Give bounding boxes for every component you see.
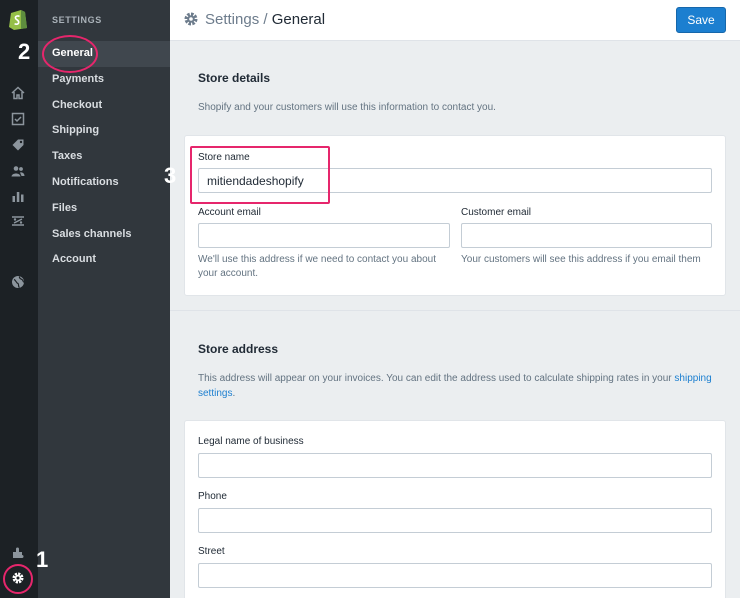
customer-email-label: Customer email: [461, 207, 532, 218]
discounts-icon[interactable]: [11, 214, 25, 228]
section-divider: [170, 310, 740, 311]
breadcrumb-separator: /: [259, 11, 272, 28]
description-period: .: [232, 388, 236, 399]
customer-email-input[interactable]: [461, 223, 712, 248]
app-icon-rail: [0, 0, 38, 598]
breadcrumb-settings[interactable]: Settings: [205, 11, 259, 28]
nav-item-checkout[interactable]: Checkout: [38, 93, 170, 119]
settings-nav-heading: SETTINGS: [52, 15, 102, 25]
account-email-label: Account email: [198, 207, 261, 218]
reports-icon[interactable]: [11, 189, 25, 203]
products-icon[interactable]: [11, 138, 25, 152]
account-email-input[interactable]: [198, 223, 450, 248]
annotation-ring-settings: [3, 564, 33, 594]
settings-nav: SETTINGS General Payments Checkout Shipp…: [38, 0, 170, 598]
nav-item-sales-channels[interactable]: Sales channels: [38, 222, 170, 248]
annotation-number-1: 1: [36, 547, 49, 572]
settings-gear-icon: [184, 12, 198, 26]
nav-item-taxes[interactable]: Taxes: [38, 144, 170, 170]
street-input[interactable]: [198, 563, 712, 588]
breadcrumb-current: General: [271, 11, 326, 28]
account-email-help: We'll use this address if we need to con…: [198, 254, 436, 279]
annotation-number-3: 3: [164, 163, 177, 188]
orders-icon[interactable]: [11, 112, 25, 126]
customers-icon[interactable]: [11, 164, 25, 178]
street-label: Street: [198, 546, 225, 557]
legal-name-input[interactable]: [198, 453, 712, 478]
store-address-description-text: This address will appear on your invoice…: [198, 373, 672, 384]
customer-email-help: Your customers will see this address if …: [461, 254, 701, 265]
phone-input[interactable]: [198, 508, 712, 533]
store-address-description: This address will appear on your invoice…: [198, 371, 718, 401]
store-address-title: Store address: [198, 342, 279, 356]
nav-item-account[interactable]: Account: [38, 247, 170, 273]
nav-item-files[interactable]: Files: [38, 196, 170, 222]
page-title: Settings / General: [205, 11, 325, 28]
online-store-icon[interactable]: [11, 275, 25, 289]
annotation-box-store-name: [190, 146, 330, 204]
shopify-logo-icon[interactable]: [8, 8, 28, 30]
save-button[interactable]: Save: [676, 7, 726, 33]
apps-icon[interactable]: [11, 546, 25, 560]
legal-name-label: Legal name of business: [198, 436, 304, 447]
home-icon[interactable]: [11, 86, 25, 100]
phone-label: Phone: [198, 491, 227, 502]
annotation-ring-general: [42, 35, 98, 73]
nav-item-shipping[interactable]: Shipping: [38, 118, 170, 144]
settings-nav-list: General Payments Checkout Shipping Taxes…: [38, 41, 170, 273]
page-header: Settings / General Save: [170, 0, 740, 41]
store-details-description: Shopify and your customers will use this…: [198, 102, 496, 113]
store-details-title: Store details: [198, 71, 271, 85]
nav-item-notifications[interactable]: Notifications: [38, 170, 170, 196]
annotation-number-2: 2: [18, 39, 31, 64]
